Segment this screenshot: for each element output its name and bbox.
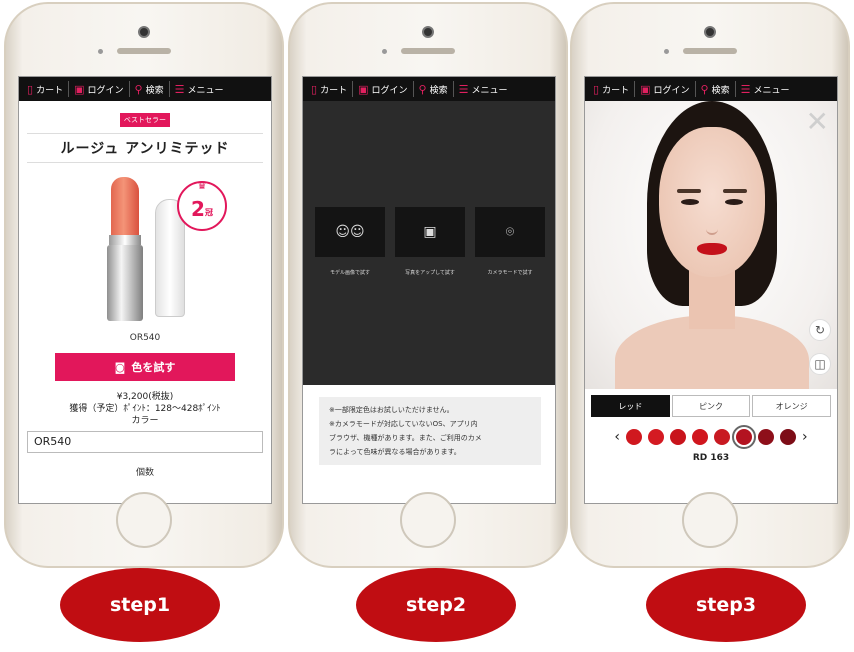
step1-label: step1 xyxy=(60,568,220,642)
compare-icon[interactable]: ◫ xyxy=(809,353,831,375)
chevron-right-icon[interactable]: › xyxy=(802,429,808,445)
search-icon: ⚲ xyxy=(418,82,427,96)
crown-icon: ♛ xyxy=(197,179,207,192)
color-label: カラー xyxy=(131,416,159,426)
color-swatch[interactable] xyxy=(714,429,730,445)
login-icon: ▣ xyxy=(640,82,651,96)
nav-menu[interactable]: ☰ メニュー xyxy=(736,81,795,97)
mode-panel: ☺☺ モデル画像で試す ▣ 写真をアップして試す ⌾ カメラモードで試す xyxy=(303,101,555,385)
bestseller-badge: ベストセラー xyxy=(119,113,171,127)
search-icon: ⚲ xyxy=(700,82,709,96)
nav-menu[interactable]: ☰ メニュー xyxy=(454,81,513,97)
nav-search[interactable]: ⚲ 検索 xyxy=(696,81,736,97)
top-nav: ▯ カート ▣ ログイン ⚲ 検索 ☰ メニュー xyxy=(303,77,555,101)
virtual-try-on: ✕ ↻ ◫ レッド ピンク オレンジ ‹ › RD 163 xyxy=(585,101,837,503)
login-icon: ▣ xyxy=(74,82,85,96)
tab-red[interactable]: レッド xyxy=(591,395,670,417)
try-mode-select: ☺☺ モデル画像で試す ▣ 写真をアップして試す ⌾ カメラモードで試す ※一部… xyxy=(303,101,555,503)
points: 獲得（予定）ﾎﾟｲﾝﾄ：128〜428ﾎﾟｲﾝﾄ xyxy=(69,404,221,414)
screen-step1: ▯ カート ▣ ログイン ⚲ 検索 ☰ メニュー ベストセラー ルージュ アンリミテッド… xyxy=(18,76,272,504)
try-color-button[interactable]: ◙ 色を試す xyxy=(55,353,235,381)
cart-icon: ▯ xyxy=(27,82,34,96)
cart-icon: ▯ xyxy=(311,82,318,96)
color-swatch[interactable] xyxy=(732,425,756,449)
top-nav: ▯ カート ▣ ログイン ⚲ 検索 ☰ メニュー xyxy=(585,77,837,101)
camera-face-icon: ⌾ xyxy=(475,207,545,257)
nav-login[interactable]: ▣ ログイン xyxy=(635,81,696,97)
login-icon: ▣ xyxy=(358,82,369,96)
nav-login[interactable]: ▣ ログイン xyxy=(69,81,130,97)
price: ¥3,200(税抜) xyxy=(116,392,174,402)
stage: ▯ カート ▣ ログイン ⚲ 検索 ☰ メニュー ベストセラー ルージュ アンリミテッド… xyxy=(0,0,854,652)
option-camera-mode[interactable]: ⌾ カメラモードで試す xyxy=(475,207,545,276)
color-swatch[interactable] xyxy=(648,429,664,445)
model-photo: ✕ ↻ ◫ xyxy=(585,101,837,389)
sensor-dot xyxy=(382,49,387,54)
color-tabs: レッド ピンク オレンジ xyxy=(585,395,837,417)
price-block: ¥3,200(税抜) 獲得（予定）ﾎﾟｲﾝﾄ：128〜428ﾎﾟｲﾝﾄ カラー xyxy=(27,391,263,427)
product-detail: ベストセラー ルージュ アンリミテッド ♛ 2 冠 OR540 ◙ 色を試す ¥… xyxy=(19,101,271,484)
cart-icon: ▯ xyxy=(593,82,600,96)
phone-step3: ▯ カート ▣ ログイン ⚲ 検索 ☰ メニュー ✕ ↻ ◫ レッド ピンク オ… xyxy=(570,2,850,568)
models-icon: ☺☺ xyxy=(315,207,385,257)
menu-icon: ☰ xyxy=(740,82,751,96)
nav-cart[interactable]: ▯ カート xyxy=(306,81,354,97)
swatch-row: ‹ › xyxy=(585,425,837,449)
tab-pink[interactable]: ピンク xyxy=(671,395,751,417)
top-nav: ▯ カート ▣ ログイン ⚲ 検索 ☰ メニュー xyxy=(19,77,271,101)
nav-search[interactable]: ⚲ 検索 xyxy=(414,81,454,97)
screen-step3: ▯ カート ▣ ログイン ⚲ 検索 ☰ メニュー ✕ ↻ ◫ レッド ピンク オ… xyxy=(584,76,838,504)
step2-label: step2 xyxy=(356,568,516,642)
screen-step2: ▯ カート ▣ ログイン ⚲ 検索 ☰ メニュー ☺☺ モデル画像で試す ▣ 写真をアッ… xyxy=(302,76,556,504)
camera-icon xyxy=(704,26,716,38)
nav-search[interactable]: ⚲ 検索 xyxy=(130,81,170,97)
home-button[interactable] xyxy=(116,492,172,548)
product-title: ルージュ アンリミテッド xyxy=(27,133,263,163)
shade-code: OR540 xyxy=(129,333,161,343)
product-image: ♛ 2 冠 xyxy=(27,169,263,329)
nav-menu[interactable]: ☰ メニュー xyxy=(170,81,229,97)
home-button[interactable] xyxy=(400,492,456,548)
quantity-label: 個数 xyxy=(135,468,154,478)
sensor-dot xyxy=(98,49,103,54)
menu-icon: ☰ xyxy=(458,82,469,96)
lipstick-image xyxy=(105,177,185,327)
speaker-grille xyxy=(683,48,737,54)
lips xyxy=(697,243,727,255)
color-swatch[interactable] xyxy=(758,429,774,445)
color-swatch[interactable] xyxy=(670,429,686,445)
chevron-left-icon[interactable]: ‹ xyxy=(614,429,620,445)
refresh-icon[interactable]: ↻ xyxy=(809,319,831,341)
step3-label: step3 xyxy=(646,568,806,642)
camera-icon xyxy=(422,26,434,38)
color-swatch[interactable] xyxy=(780,429,796,445)
phone-step1: ▯ カート ▣ ログイン ⚲ 検索 ☰ メニュー ベストセラー ルージュ アンリミテッド… xyxy=(4,2,284,568)
speaker-grille xyxy=(117,48,171,54)
search-icon: ⚲ xyxy=(134,82,143,96)
menu-icon: ☰ xyxy=(174,82,185,96)
camera-icon xyxy=(138,26,150,38)
nav-login[interactable]: ▣ ログイン xyxy=(353,81,414,97)
speaker-grille xyxy=(401,48,455,54)
sensor-dot xyxy=(664,49,669,54)
option-upload-photo[interactable]: ▣ 写真をアップして試す xyxy=(395,207,465,276)
tab-orange[interactable]: オレンジ xyxy=(752,395,832,417)
ranking-badge: ♛ 2 冠 xyxy=(177,179,227,231)
nav-cart[interactable]: ▯ カート xyxy=(588,81,636,97)
color-swatch[interactable] xyxy=(692,429,708,445)
nav-cart[interactable]: ▯ カート xyxy=(22,81,70,97)
upload-photo-icon: ▣ xyxy=(395,207,465,257)
color-swatch[interactable] xyxy=(626,429,642,445)
camera-icon: ◙ xyxy=(114,360,126,374)
close-icon[interactable]: ✕ xyxy=(806,105,829,138)
color-select[interactable]: OR540 xyxy=(27,431,263,453)
option-model-image[interactable]: ☺☺ モデル画像で試す xyxy=(315,207,385,276)
phone-step2: ▯ カート ▣ ログイン ⚲ 検索 ☰ メニュー ☺☺ モデル画像で試す ▣ 写真をアッ… xyxy=(288,2,568,568)
shade-label: RD 163 xyxy=(692,453,730,463)
notice-box: ※一部限定色はお試しいただけません。 ※カメラモードが対応していないOS、アプリ… xyxy=(319,397,541,465)
home-button[interactable] xyxy=(682,492,738,548)
